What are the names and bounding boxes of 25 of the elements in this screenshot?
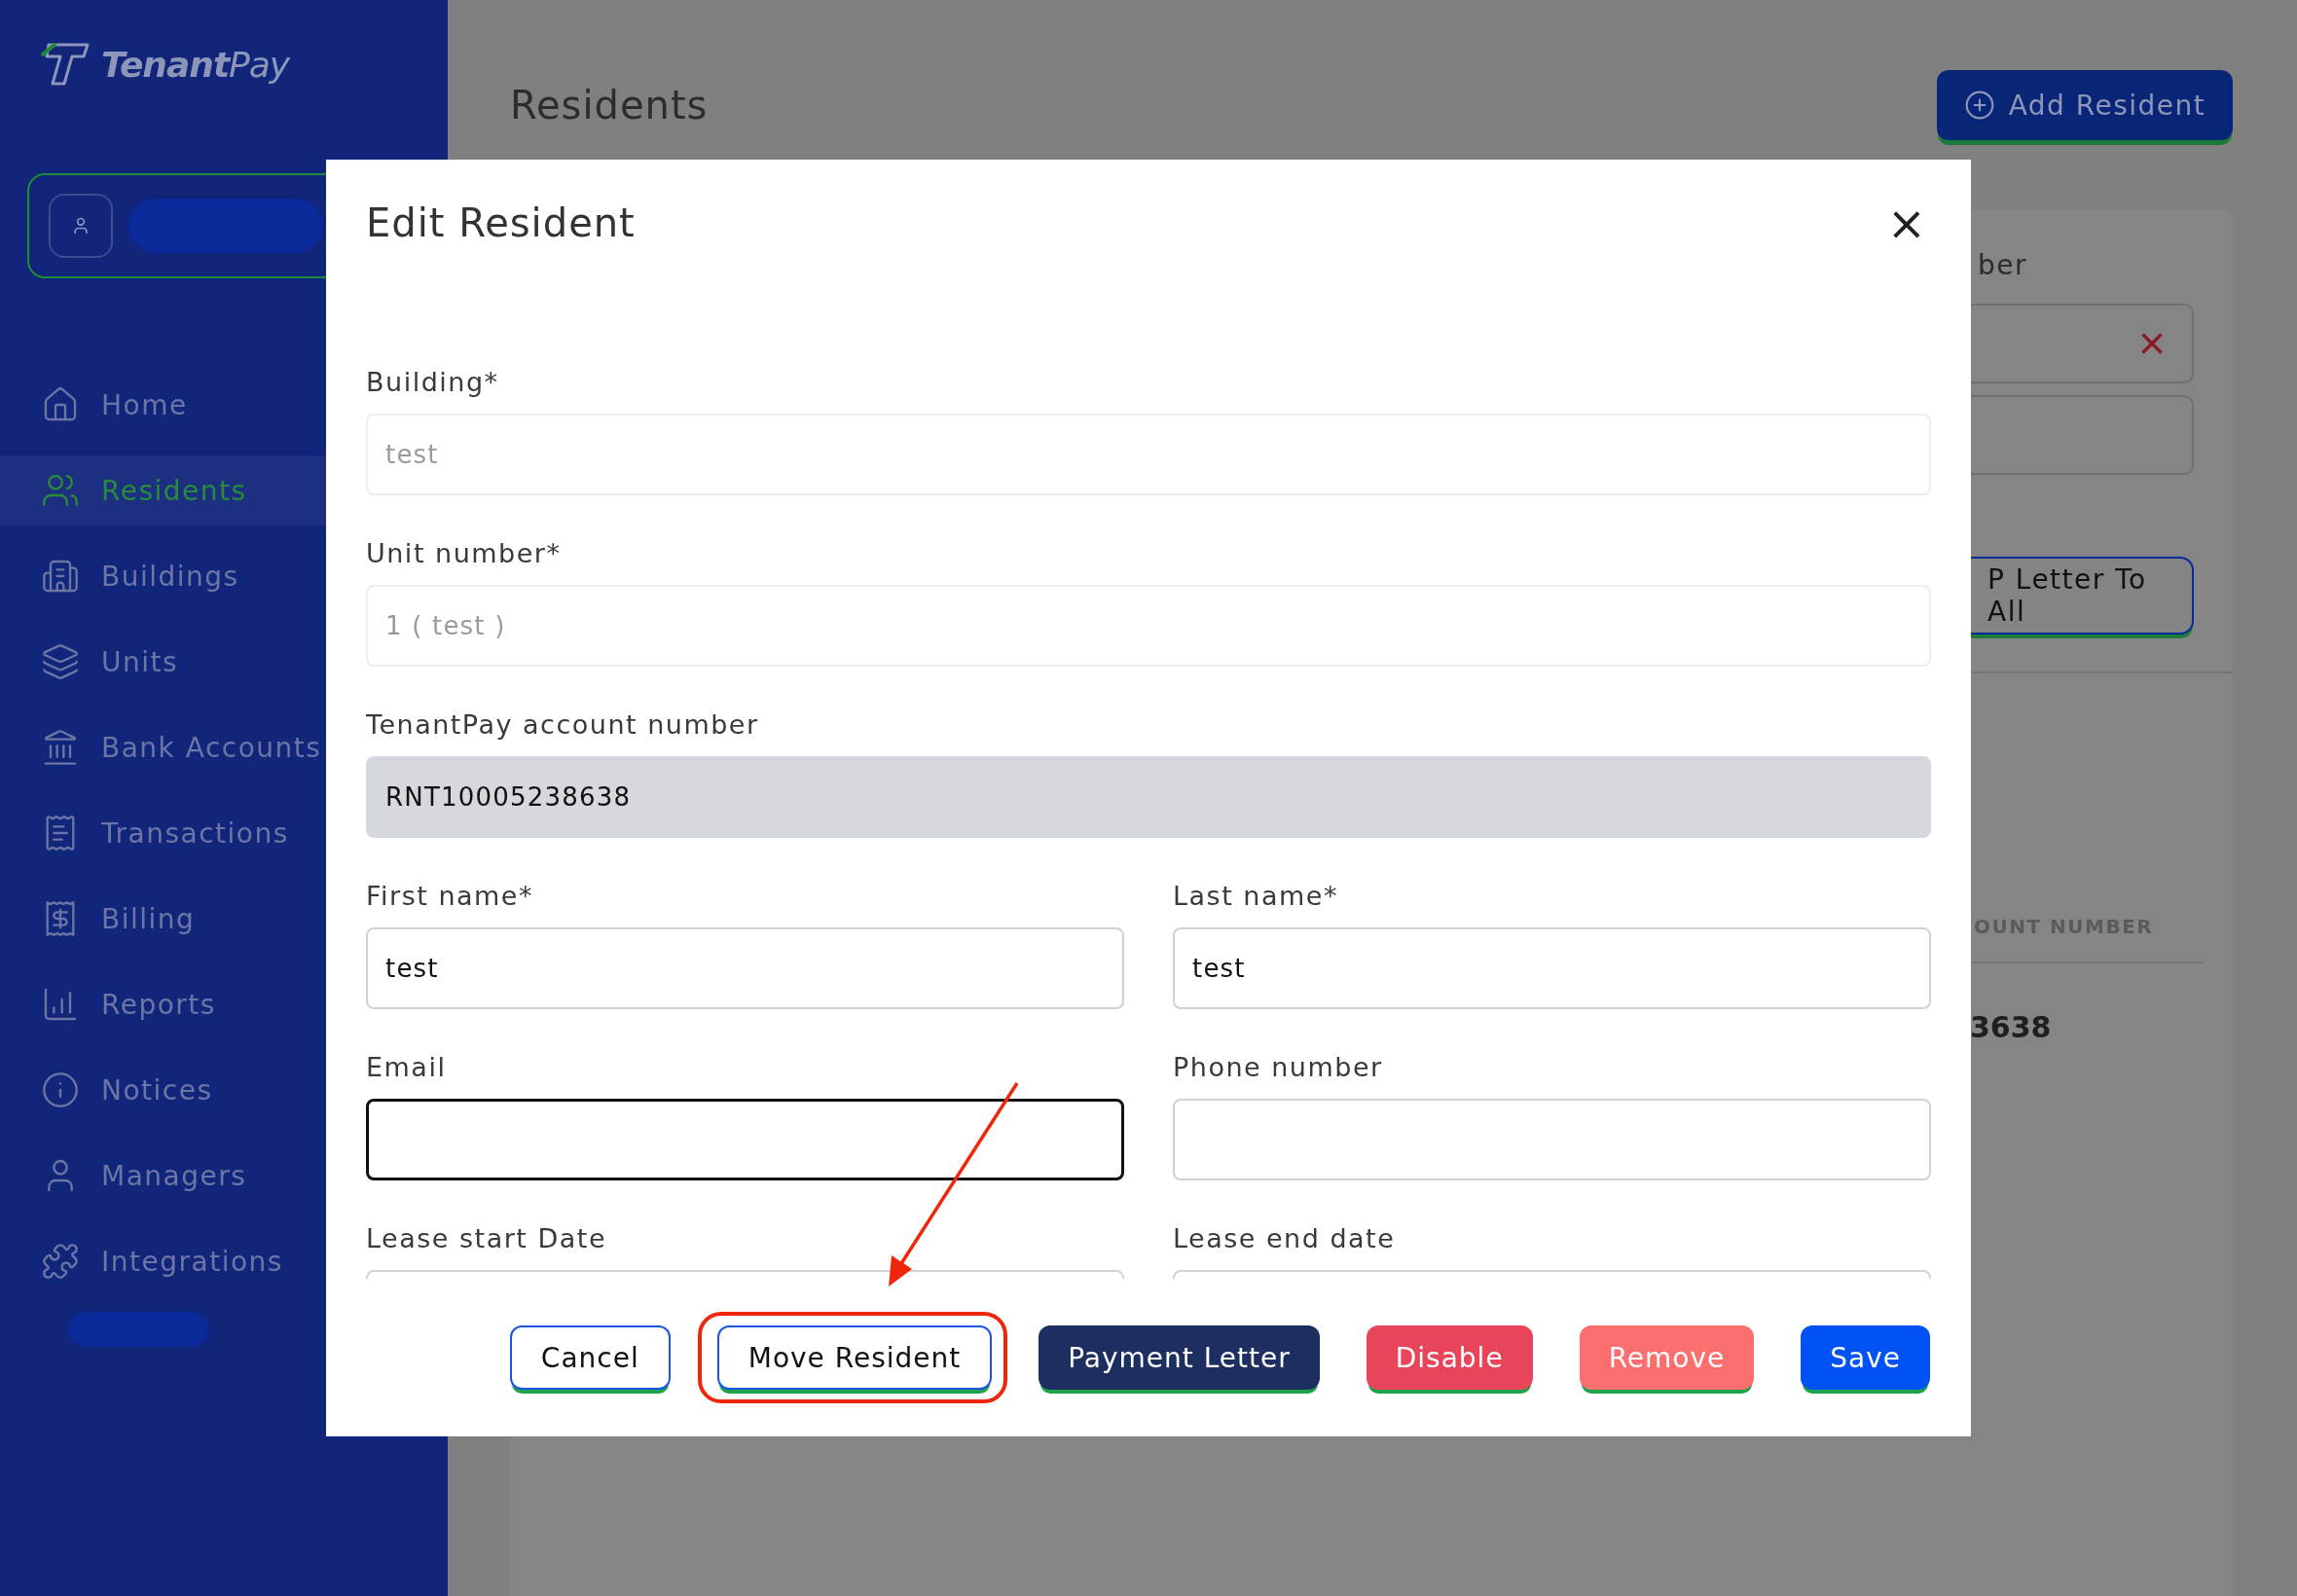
field-label: Lease start Date — [366, 1223, 607, 1255]
input-field[interactable]: test — [1173, 927, 1931, 1009]
close-button[interactable]: × — [1880, 200, 1932, 246]
field-label: Unit number* — [366, 538, 563, 570]
sidebar-item[interactable]: Managers — [0, 1141, 448, 1211]
input-field[interactable]: RNT10005238638 — [366, 756, 1931, 838]
table-cell-text: 3638 — [1970, 1010, 2053, 1044]
field-label: TenantPay account number — [366, 709, 760, 742]
field-label: Building* — [366, 367, 500, 399]
field-label: ber — [1977, 249, 2028, 283]
field-label: First name* — [366, 881, 534, 913]
avatar-icon — [49, 194, 113, 258]
info-icon — [41, 1070, 80, 1109]
field-label: Last name* — [1173, 881, 1339, 913]
plus-icon — [1963, 90, 1995, 121]
input-field[interactable] — [366, 1099, 1124, 1180]
input-field[interactable]: test — [366, 927, 1124, 1009]
field-label: Email — [366, 1052, 448, 1084]
page-title: Residents — [510, 83, 709, 127]
dialog-title: Edit Resident — [366, 200, 636, 245]
field-label: Phone number — [1173, 1052, 1384, 1084]
puzzle-icon — [41, 1242, 80, 1281]
field-label: Lease end date — [1173, 1223, 1397, 1255]
brand-name: TenantPay — [101, 44, 290, 85]
layers-icon — [41, 642, 80, 681]
